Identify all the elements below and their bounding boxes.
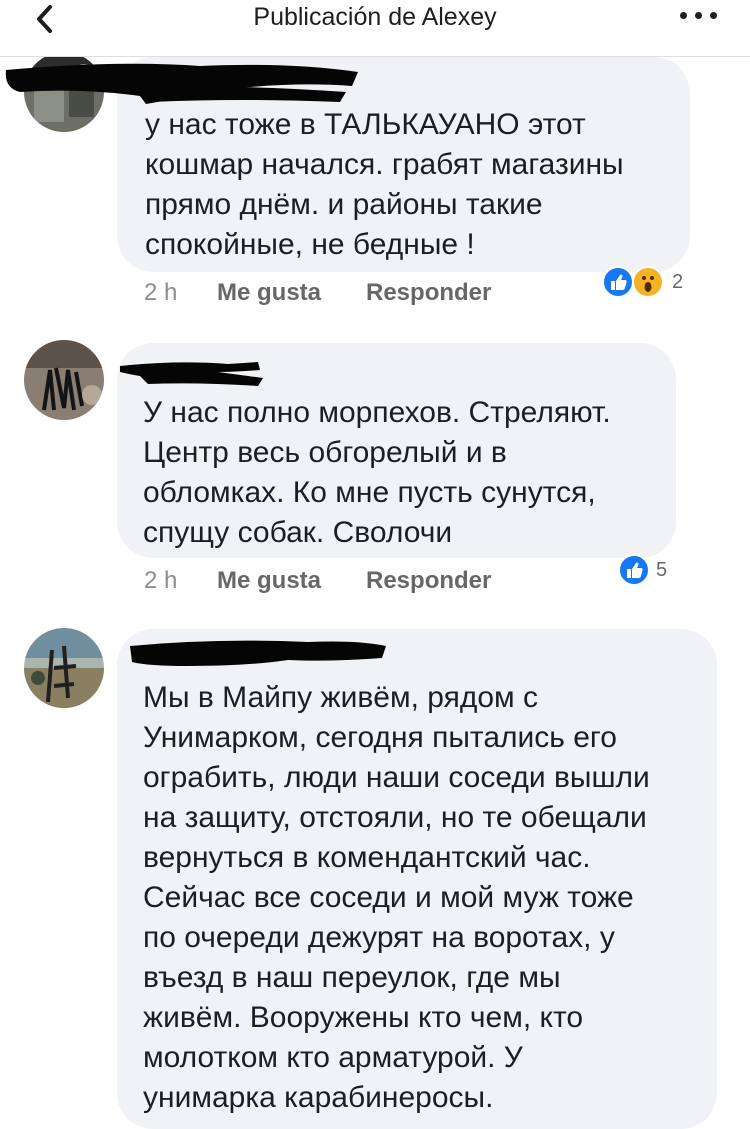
avatar[interactable] xyxy=(24,340,104,420)
top-bar: Publicación de Alexey xyxy=(0,0,750,57)
comment-timestamp: 2 h xyxy=(144,279,178,306)
author-name-redacted[interactable] xyxy=(128,636,388,670)
like-button[interactable]: Me gusta xyxy=(217,279,321,307)
avatar[interactable] xyxy=(24,628,104,708)
page-title: Publicación de Alexey xyxy=(253,3,497,31)
more-options-button[interactable] xyxy=(680,12,718,22)
more-horizontal-icon xyxy=(680,12,687,19)
reactions-summary[interactable]: 5 xyxy=(618,552,678,588)
reply-button[interactable]: Responder xyxy=(366,567,491,595)
reactions-summary[interactable]: 2 xyxy=(602,264,692,300)
like-reaction-icon xyxy=(602,266,634,298)
author-name-redacted[interactable] xyxy=(118,358,268,388)
author-name-redacted[interactable] xyxy=(0,58,360,108)
comment-actions: 2 h Me gusta Responder xyxy=(144,279,564,309)
comment-timestamp: 2 h xyxy=(144,567,178,594)
comment-text: У нас полно морпехов. Стреляют. Центр ве… xyxy=(143,396,611,549)
comment-text: у нас тоже в ТАЛЬКАУАНО этот кошмар нача… xyxy=(145,108,624,261)
reply-button[interactable]: Responder xyxy=(366,279,491,307)
like-button[interactable]: Me gusta xyxy=(217,567,321,595)
wow-reaction-icon xyxy=(632,266,664,298)
reaction-count: 5 xyxy=(656,559,668,581)
reaction-count: 2 xyxy=(672,271,684,293)
comment-text: Мы в Майпу живём, рядом с Унимарком, сег… xyxy=(143,681,650,1114)
comment-actions: 2 h Me gusta Responder xyxy=(144,567,564,597)
like-reaction-icon xyxy=(618,554,650,586)
